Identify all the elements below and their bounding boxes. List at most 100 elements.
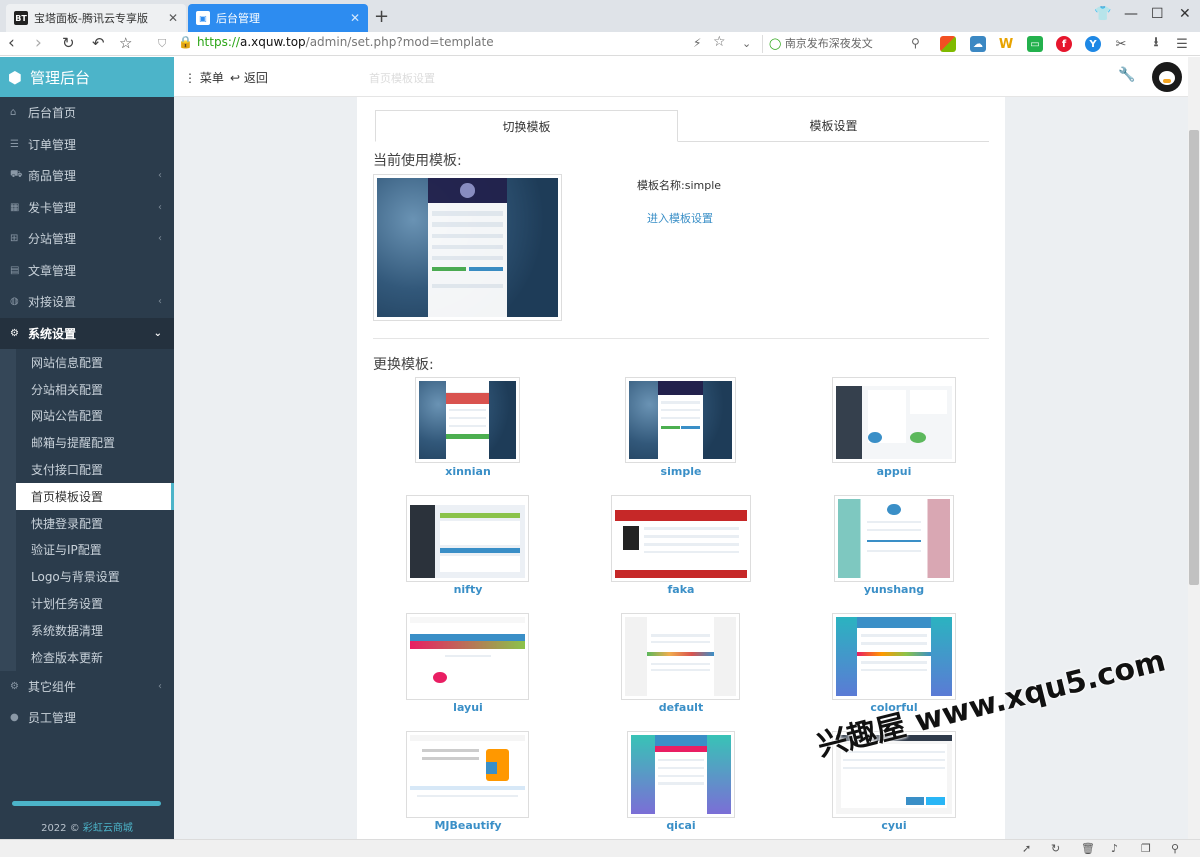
wrench-icon[interactable]: 🔧 (1118, 67, 1135, 83)
reload-icon[interactable]: ↻ (62, 34, 75, 52)
copyright-link[interactable]: 彩虹云商城 (83, 823, 133, 834)
cloud-icon[interactable]: ☁ (970, 36, 986, 52)
template-label-simple[interactable]: simple (611, 465, 751, 478)
template-label-nifty[interactable]: nifty (398, 583, 538, 596)
url-field[interactable]: 🔒 https://a.xquw.top/admin/set.php?mod=te… (178, 35, 758, 53)
template-label-cyui[interactable]: cyui (824, 819, 964, 832)
browser-tab-admin[interactable]: ▣ 后台管理 ✕ (188, 4, 368, 32)
list-icon: ☰ (10, 138, 19, 150)
submenu-home-template[interactable]: 首页模板设置 (16, 482, 174, 510)
template-label-layui[interactable]: layui (398, 701, 538, 714)
download-icon[interactable]: ⭳ (1148, 35, 1164, 52)
back-button[interactable]: ↩ 返回 (230, 69, 268, 86)
refresh-icon[interactable]: ↻ (1051, 842, 1060, 855)
close-tab-icon[interactable]: ✕ (168, 11, 178, 25)
current-template-preview (373, 174, 562, 321)
weibo-icon[interactable]: f (1056, 36, 1072, 52)
template-thumb-simple[interactable] (625, 377, 736, 463)
tab-template-settings[interactable]: 模板设置 (678, 110, 989, 142)
submenu-logo-background[interactable]: Logo与背景设置 (16, 563, 174, 591)
submenu-site-info[interactable]: 网站信息配置 (16, 349, 174, 376)
zoom-icon[interactable]: ⚲ (1171, 842, 1179, 855)
tab-switch-template[interactable]: 切换模板 (375, 110, 678, 142)
w-icon[interactable]: W (998, 36, 1014, 52)
more-menu-icon[interactable]: ☰ (1174, 36, 1190, 52)
rocket-icon[interactable]: ➚ (1022, 842, 1031, 855)
submenu-quick-login[interactable]: 快捷登录配置 (16, 509, 174, 537)
template-thumb-colorful[interactable] (832, 613, 956, 700)
star-icon[interactable]: ☆ (119, 34, 132, 52)
sidebar-item-orders[interactable]: ☰ 订单管理 (0, 129, 174, 161)
submenu-payment[interactable]: 支付接口配置 (16, 456, 174, 483)
sidebar-item-cards[interactable]: ▦ 发卡管理 ‹ (0, 192, 174, 224)
template-thumb-yunshang[interactable] (834, 495, 954, 582)
reply-icon: ↩ (230, 71, 244, 85)
template-label-xinnian[interactable]: xinnian (398, 465, 538, 478)
y-icon[interactable]: Y (1085, 36, 1101, 52)
new-tab-icon[interactable]: + (374, 6, 389, 27)
lightning-icon[interactable]: ⚡ (693, 36, 701, 50)
sidebar-item-articles[interactable]: ▤ 文章管理 (0, 255, 174, 287)
chevron-left-icon: ‹ (158, 233, 162, 245)
template-label-default[interactable]: default (611, 701, 751, 714)
current-template-heading: 当前使用模板: (373, 153, 462, 169)
submenu-data-cleanup[interactable]: 系统数据清理 (16, 616, 174, 644)
chevron-down-icon: ⌄ (153, 327, 162, 339)
submenu-email-reminder[interactable]: 邮箱与提醒配置 (16, 429, 174, 457)
skin-shirt-icon[interactable]: 👕 (1094, 6, 1111, 22)
forward-icon[interactable]: › (35, 33, 42, 53)
submenu-announcement[interactable]: 网站公告配置 (16, 402, 174, 430)
window-icon[interactable]: ❐ (1141, 842, 1151, 855)
template-label-mjbeautify[interactable]: MJBeautify (398, 819, 538, 832)
dropdown-chevron-icon[interactable]: ⌄ (742, 37, 751, 50)
template-thumb-qicai[interactable] (627, 731, 735, 818)
submenu-scheduled-tasks[interactable]: 计划任务设置 (16, 590, 174, 617)
volume-icon[interactable]: ♪ (1111, 842, 1118, 855)
book-icon: ▤ (10, 264, 20, 276)
submenu-verify-ip[interactable]: 验证与IP配置 (16, 536, 174, 564)
template-label-appui[interactable]: appui (824, 465, 964, 478)
search-icon[interactable]: ⚲ (911, 36, 920, 50)
change-template-heading: 更换模板: (373, 357, 434, 373)
template-thumb-layui[interactable] (406, 613, 529, 700)
bookmark-star-icon[interactable]: ☆ (713, 34, 726, 50)
scrollbar-thumb[interactable] (1189, 130, 1199, 585)
sidebar-item-home[interactable]: ⌂ 后台首页 (0, 97, 174, 129)
template-thumb-appui[interactable] (832, 377, 956, 463)
template-thumb-default[interactable] (621, 613, 740, 700)
close-window-icon[interactable]: ✕ (1179, 6, 1191, 22)
template-label-qicai[interactable]: qicai (611, 819, 751, 832)
trash-icon[interactable]: 🗑 (1081, 842, 1095, 855)
back-icon[interactable]: ‹ (8, 33, 15, 53)
maximize-icon[interactable]: ☐ (1151, 6, 1164, 22)
template-thumb-mjbeautify[interactable] (406, 731, 529, 818)
template-thumb-nifty[interactable] (406, 495, 529, 582)
sidebar-item-system-settings[interactable]: ⚙ 系统设置 ⌄ (0, 317, 174, 349)
template-thumb-faka[interactable] (611, 495, 751, 582)
sidebar-item-docking[interactable]: ◍ 对接设置 ‹ (0, 286, 174, 318)
search-field[interactable]: ◯ 南京发布深夜发文 (762, 35, 928, 53)
template-label-yunshang[interactable]: yunshang (824, 583, 964, 596)
sidebar-item-substations[interactable]: ⊞ 分站管理 ‹ (0, 223, 174, 255)
submenu-substation-config[interactable]: 分站相关配置 (16, 375, 174, 403)
template-thumb-xinnian[interactable] (415, 377, 520, 463)
shield-icon[interactable]: ⛉ (158, 37, 166, 51)
browser-tab-baota[interactable]: BT 宝塔面板-腾讯云专享版 ✕ (6, 4, 186, 32)
undo-icon[interactable]: ↶ (92, 34, 105, 52)
close-tab-icon[interactable]: ✕ (350, 11, 360, 25)
avatar[interactable] (1152, 62, 1182, 92)
menu-toggle-button[interactable]: ⋮ 菜单 (184, 69, 224, 86)
minimize-icon[interactable]: — (1124, 6, 1138, 22)
sidebar-item-staff[interactable]: ● 员工管理 (0, 702, 174, 734)
windows-icon[interactable] (940, 36, 956, 52)
scissors-icon[interactable]: ✂ (1113, 36, 1129, 52)
tab-title: 后台管理 (216, 12, 260, 25)
sidebar-item-other-components[interactable]: ⚙ 其它组件 ‹ (0, 671, 174, 703)
submenu-check-update[interactable]: 检查版本更新 (16, 643, 174, 671)
sidebar-item-goods[interactable]: ⛟ 商品管理 ‹ (0, 160, 174, 192)
template-label-faka[interactable]: faka (611, 583, 751, 596)
user-icon: ● (10, 712, 19, 724)
chat-icon[interactable]: ▭ (1027, 36, 1043, 52)
enter-template-settings-link[interactable]: 进入模板设置 (647, 210, 713, 226)
brand-header[interactable]: ⬢ 管理后台 (0, 57, 174, 97)
